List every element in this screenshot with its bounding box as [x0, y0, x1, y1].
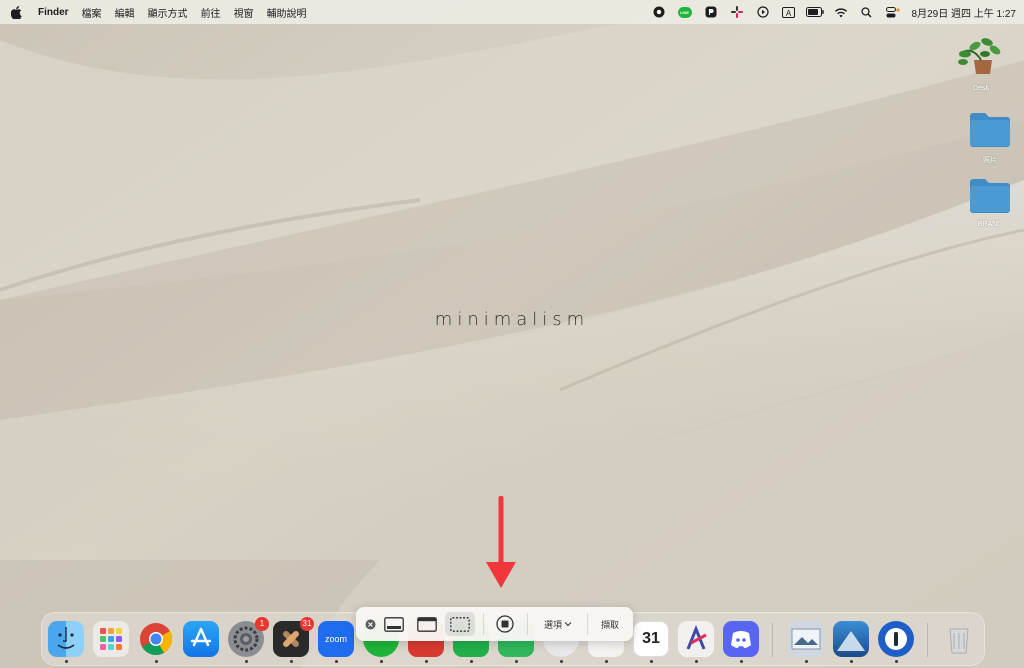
- capture-label: 擷取: [600, 619, 619, 630]
- menu-app-name[interactable]: Finder: [38, 7, 69, 18]
- running-indicator: [380, 660, 383, 663]
- dock-1password-icon[interactable]: [878, 621, 914, 657]
- window-icon: [417, 616, 437, 632]
- dock-slack-icon[interactable]: 31: [273, 617, 314, 657]
- running-indicator: [65, 660, 68, 663]
- battery-icon[interactable]: [802, 0, 828, 24]
- menu-help[interactable]: 輔助說明: [267, 5, 307, 20]
- folder-icon: [970, 113, 1010, 147]
- record-entire-screen-button[interactable]: [491, 612, 519, 636]
- dock-calendar-icon[interactable]: 31: [633, 621, 669, 657]
- p-icon[interactable]: [698, 0, 724, 24]
- control-center-icon[interactable]: [880, 0, 906, 24]
- input-a-icon[interactable]: A: [776, 0, 802, 24]
- record-icon[interactable]: [646, 0, 672, 24]
- line-icon[interactable]: LINE: [672, 0, 698, 24]
- menu-view[interactable]: 顯示方式: [148, 5, 188, 20]
- desktop-item-plant[interactable]: Desk: [951, 32, 1011, 92]
- dock-affinity-icon[interactable]: [678, 621, 714, 657]
- running-indicator: [245, 660, 248, 663]
- capture-selection-button[interactable]: [445, 612, 475, 636]
- running-indicator: [605, 660, 608, 663]
- chevron-down-icon: [564, 622, 572, 627]
- dock-chrome-icon[interactable]: [138, 621, 174, 657]
- running-indicator: [290, 660, 293, 663]
- menu-bar: Finder 檔案 編輯 顯示方式 前往 視窗 輔助說明 LINE A 8月29…: [0, 0, 1024, 24]
- dock-app-store-icon[interactable]: [183, 621, 219, 657]
- capture-button[interactable]: 擷取: [592, 612, 628, 636]
- zoom-label: zoom: [324, 634, 347, 644]
- close-toolbar-button[interactable]: [362, 612, 378, 636]
- close-icon: [365, 619, 375, 629]
- selection-icon: [450, 616, 470, 632]
- apple-menu-icon[interactable]: [10, 5, 22, 19]
- options-button[interactable]: 選項: [536, 612, 580, 636]
- running-indicator: [335, 660, 338, 663]
- running-indicator: [425, 660, 428, 663]
- red-arrow-annotation: [486, 496, 516, 588]
- desktop-item-label: 照片: [983, 157, 997, 164]
- play-icon[interactable]: [750, 0, 776, 24]
- running-indicator: [650, 660, 653, 663]
- toolbar-separator: [527, 613, 528, 635]
- running-indicator: [515, 660, 518, 663]
- dock-macos-installer-icon[interactable]: [833, 621, 869, 657]
- running-indicator: [470, 660, 473, 663]
- menu-edit[interactable]: 編輯: [115, 5, 135, 20]
- line-icon-label: LINE: [677, 6, 692, 18]
- dock-preview-icon[interactable]: [788, 621, 824, 657]
- capture-entire-screen-button[interactable]: [381, 612, 407, 636]
- calendar-day-label: 31: [642, 630, 660, 647]
- toolbar-separator: [483, 613, 484, 635]
- dock-finder-icon[interactable]: [48, 621, 84, 657]
- entire-screen-icon: [384, 616, 404, 632]
- record-screen-icon: [496, 615, 514, 633]
- dock-trash-icon[interactable]: [941, 621, 977, 657]
- notification-badge: 1: [255, 617, 269, 631]
- search-icon[interactable]: [854, 0, 880, 24]
- menu-window[interactable]: 視窗: [234, 5, 254, 20]
- menu-file[interactable]: 檔案: [82, 5, 102, 20]
- dock-system-settings-icon[interactable]: 1: [228, 617, 269, 657]
- running-indicator: [155, 660, 158, 663]
- options-label: 選項: [543, 619, 562, 630]
- running-indicator: [695, 660, 698, 663]
- running-indicator: [805, 660, 808, 663]
- dock-separator: [927, 623, 928, 657]
- plant-icon: [958, 38, 1001, 74]
- running-indicator: [850, 660, 853, 663]
- desktop-item-label: Desk: [973, 85, 989, 92]
- dock-discord-icon[interactable]: [723, 621, 759, 657]
- dock-launchpad-icon[interactable]: [93, 621, 129, 657]
- running-indicator: [740, 660, 743, 663]
- dock-separator: [772, 623, 773, 657]
- toolbar-separator: [587, 613, 588, 635]
- running-indicator: [895, 660, 898, 663]
- desktop-item-label: BRAND: [977, 221, 1003, 228]
- capture-window-button[interactable]: [414, 612, 440, 636]
- menu-clock[interactable]: 8月29日 週四 上午 1:27: [912, 5, 1016, 20]
- menu-go[interactable]: 前往: [201, 5, 221, 20]
- wifi-icon[interactable]: [828, 0, 854, 24]
- running-indicator: [560, 660, 563, 663]
- desktop-folder-photos[interactable]: 照片: [960, 110, 1020, 165]
- input-source-label: A: [782, 6, 796, 18]
- folder-icon: [970, 179, 1010, 213]
- screenshot-toolbar: 選項 擷取: [356, 607, 633, 641]
- desktop-folder-brand[interactable]: BRAND: [960, 176, 1020, 228]
- notification-badge: 31: [300, 617, 314, 631]
- wallpaper-text: minimalism: [434, 309, 590, 330]
- dock-zoom-icon[interactable]: zoom: [318, 621, 354, 657]
- slack-icon[interactable]: [724, 0, 750, 24]
